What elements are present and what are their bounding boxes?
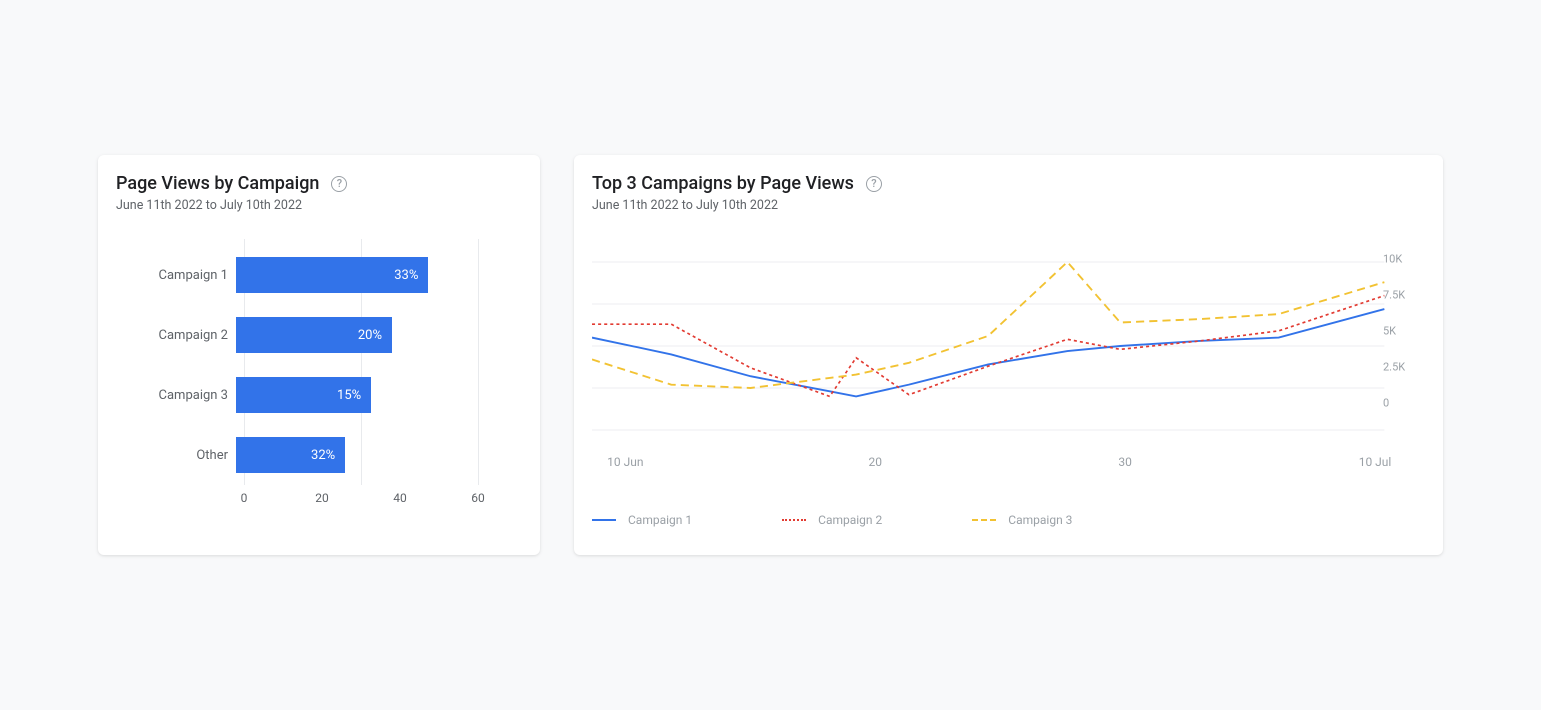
help-icon[interactable]: ?: [331, 176, 347, 192]
card-subtitle: June 11th 2022 to July 10th 2022: [116, 198, 522, 213]
bar-label: Campaign 2: [116, 328, 236, 343]
series-campaign-1: [592, 309, 1384, 396]
y-tick: 7.5K: [1383, 289, 1405, 302]
line-chart: 10K 7.5K 5K 2.5K 0: [592, 241, 1425, 451]
bar-row: Campaign 3 15%: [116, 365, 522, 425]
x-tick: 10 Jul: [1359, 455, 1392, 469]
x-tick: 30: [1118, 455, 1132, 469]
page-views-by-campaign-card: Page Views by Campaign ? June 11th 2022 …: [98, 155, 540, 555]
line-x-axis: 10 Jun 20 30 10 Jul: [592, 455, 1425, 483]
bar-row: Campaign 1 33%: [116, 245, 522, 305]
bar-x-tick: 0: [241, 491, 248, 505]
y-tick: 2.5K: [1383, 361, 1405, 374]
bar-x-tick: 60: [471, 491, 485, 505]
legend-item: Campaign 1: [592, 513, 692, 527]
legend-swatch-icon: [972, 519, 996, 521]
x-tick: 10 Jun: [607, 455, 643, 469]
legend-swatch-icon: [592, 519, 616, 521]
legend-item: Campaign 3: [972, 513, 1072, 527]
legend-item: Campaign 2: [782, 513, 882, 527]
bar-value: 15%: [337, 388, 361, 403]
legend-label: Campaign 3: [1008, 513, 1072, 527]
card-title: Top 3 Campaigns by Page Views: [592, 173, 854, 194]
y-tick: 10K: [1383, 253, 1402, 266]
bar-x-tick: 40: [393, 491, 407, 505]
legend-label: Campaign 2: [818, 513, 882, 527]
bar-row: Other 32%: [116, 425, 522, 485]
legend: Campaign 1 Campaign 2 Campaign 3: [592, 513, 1425, 527]
card-subtitle: June 11th 2022 to July 10th 2022: [592, 198, 1425, 213]
y-tick: 0: [1383, 397, 1389, 410]
bar-chart: Campaign 1 33% Campaign 2 20% Campaign 3…: [116, 245, 522, 515]
line-y-axis: 10K 7.5K 5K 2.5K 0: [1383, 241, 1423, 421]
help-icon[interactable]: ?: [866, 176, 882, 192]
bar-x-tick: 20: [315, 491, 329, 505]
card-title: Page Views by Campaign: [116, 173, 319, 194]
legend-swatch-icon: [782, 519, 806, 521]
bar-label: Campaign 3: [116, 388, 236, 403]
bar-row: Campaign 2 20%: [116, 305, 522, 365]
series-campaign-3: [592, 262, 1384, 388]
y-tick: 5K: [1383, 325, 1396, 338]
legend-label: Campaign 1: [628, 513, 692, 527]
bar-value: 32%: [311, 448, 335, 463]
bar-value: 33%: [394, 268, 418, 283]
x-tick: 20: [868, 455, 882, 469]
bar-label: Campaign 1: [116, 268, 236, 283]
top-campaigns-card: Top 3 Campaigns by Page Views ? June 11t…: [574, 155, 1443, 555]
bar-label: Other: [116, 448, 236, 463]
bar-value: 20%: [358, 328, 382, 343]
